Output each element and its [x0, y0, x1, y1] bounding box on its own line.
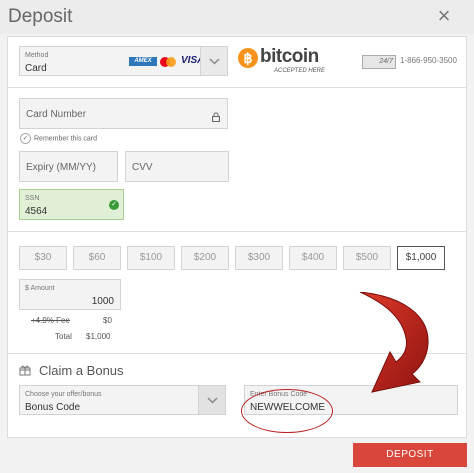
lock-icon	[211, 109, 221, 122]
fee-label: +4.9% Fee	[31, 316, 70, 325]
gift-icon	[19, 363, 31, 376]
cvv-field[interactable]: CVV	[125, 151, 229, 182]
chevron-down-icon[interactable]	[200, 47, 227, 75]
offer-value: Bonus Code	[25, 402, 81, 413]
amount-label: $ Amount	[25, 285, 55, 292]
total-value: $1,000	[86, 332, 111, 341]
remember-card-label: Remember this card	[34, 135, 98, 143]
offer-label: Choose your offer/bonus	[25, 391, 102, 398]
ssn-label: SSN	[25, 195, 40, 202]
amount-option[interactable]: $400	[289, 246, 337, 270]
chevron-down-icon[interactable]	[198, 386, 225, 414]
divider	[8, 231, 466, 232]
valid-check-icon: ✓	[109, 200, 119, 210]
amount-value: 1000	[91, 296, 114, 307]
amount-option[interactable]: $100	[127, 246, 175, 270]
deposit-form: Method Card AMEX VISA ฿ bitcoin ACCEPTED…	[7, 36, 467, 438]
amount-option[interactable]: $200	[181, 246, 229, 270]
checkmark-icon: ✓	[20, 133, 31, 144]
support-24-7-icon: 24/7	[362, 55, 396, 69]
deposit-modal: Deposit × Method Card AMEX VISA ฿ bitcoi…	[0, 0, 474, 473]
ssn-value: 4564	[25, 206, 48, 217]
method-label: Method	[25, 52, 49, 59]
total-label: Total	[55, 332, 72, 341]
method-select[interactable]: Method Card AMEX VISA	[19, 46, 228, 76]
bitcoin-accepted-text: ACCEPTED HERE	[274, 68, 326, 74]
expiry-placeholder: Expiry (MM/YY)	[26, 162, 96, 173]
amount-option-selected[interactable]: $1,000	[397, 246, 445, 270]
amount-option[interactable]: $300	[235, 246, 283, 270]
title-bar: Deposit ×	[0, 0, 474, 34]
amount-option[interactable]: $60	[73, 246, 121, 270]
fee-value: $0	[103, 316, 112, 325]
bitcoin-logo-text: bitcoin	[260, 46, 319, 67]
cvv-placeholder: CVV	[132, 162, 153, 173]
ssn-field[interactable]: SSN 4564 ✓	[19, 189, 124, 220]
offer-select[interactable]: Choose your offer/bonus Bonus Code	[19, 385, 226, 415]
close-icon[interactable]: ×	[434, 5, 454, 27]
annotation-circle	[241, 389, 333, 433]
card-number-placeholder: Card Number	[26, 109, 87, 120]
remember-card-checkbox[interactable]: ✓ Remember this card	[20, 133, 97, 144]
support-phone: 1-866-950-3500	[400, 56, 457, 65]
method-value: Card	[25, 63, 47, 74]
divider	[8, 87, 466, 88]
annotation-arrow	[359, 292, 429, 393]
deposit-button[interactable]: DEPOSIT	[353, 443, 467, 467]
card-number-field[interactable]: Card Number	[19, 98, 228, 129]
expiry-field[interactable]: Expiry (MM/YY)	[19, 151, 118, 182]
bitcoin-icon: ฿	[238, 48, 258, 68]
amex-icon: AMEX	[129, 57, 157, 66]
amount-field[interactable]: $ Amount 1000	[19, 279, 121, 310]
bonus-title: Claim a Bonus	[39, 363, 124, 378]
modal-title: Deposit	[8, 6, 73, 27]
mastercard-icon	[160, 56, 177, 67]
amount-option[interactable]: $500	[343, 246, 391, 270]
amount-option[interactable]: $30	[19, 246, 67, 270]
